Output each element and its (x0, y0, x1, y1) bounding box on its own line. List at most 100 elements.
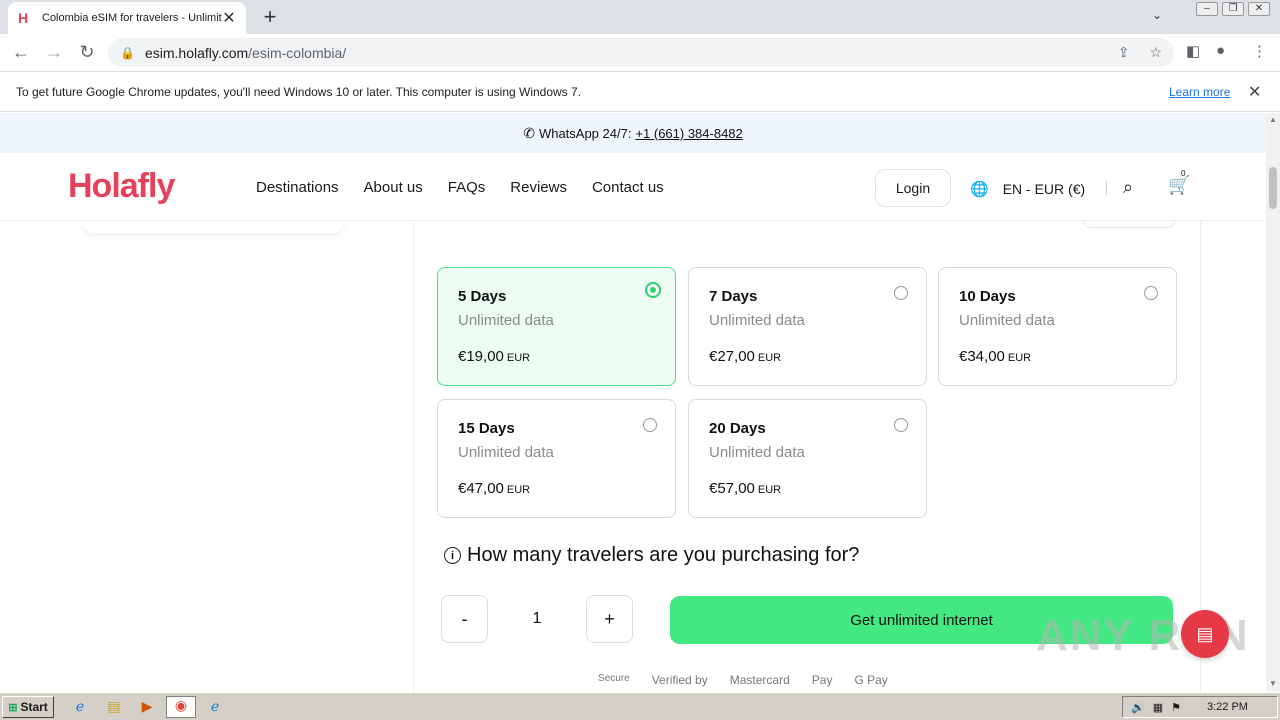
action-center-flag-icon[interactable]: ⚑ (1171, 701, 1181, 714)
menu-kebab-icon[interactable]: ⋮ (1252, 42, 1267, 60)
window-controls: – ❐ ✕ (1196, 2, 1270, 16)
whatsapp-label: WhatsApp 24/7: (538, 125, 632, 141)
cart-count: 0 (1181, 169, 1186, 178)
tab-close-icon[interactable]: ✕ (222, 8, 236, 28)
nav-faqs[interactable]: FAQs (448, 179, 486, 196)
internet-explorer-icon[interactable]: ℯ (70, 698, 90, 715)
plan-days: 20 Days (709, 420, 766, 437)
top-pill (1083, 221, 1175, 228)
plan-radio[interactable] (643, 418, 657, 432)
quantity-minus-button[interactable]: - (441, 595, 488, 643)
plan-price: €57,00 EUR (709, 480, 782, 497)
plan-price: €34,00 EUR (959, 348, 1032, 365)
system-tray: 🔊 ▦ ⚑ 3:22 PM (1122, 696, 1278, 718)
apple-pay-logo: Pay (811, 673, 833, 687)
plan-data: Unlimited data (709, 444, 805, 461)
nav-about-us[interactable]: About us (364, 179, 423, 196)
holafly-logo[interactable]: Holafly (68, 167, 175, 206)
quantity-value[interactable]: 1 (527, 610, 547, 628)
plan-days: 7 Days (709, 288, 758, 305)
forward-arrow-icon[interactable]: → (43, 42, 65, 63)
plan-days: 10 Days (959, 288, 1016, 305)
scroll-up-icon[interactable]: ▲ (1269, 115, 1277, 124)
clock[interactable]: 3:22 PM (1207, 701, 1248, 713)
nav-contact-us[interactable]: Contact us (592, 179, 664, 196)
plan-price: €19,00 EUR (458, 348, 531, 365)
plan-price: €47,00 EUR (458, 480, 531, 497)
plan-card-15-days[interactable]: 15 Days Unlimited data €47,00 EUR (437, 399, 676, 518)
windows-taskbar: ⊞ Start ℯ ▤ ▶ ◉ ℯ 🔊 ▦ ⚑ 3:22 PM (0, 692, 1280, 720)
plan-radio[interactable] (894, 418, 908, 432)
plan-card-5-days[interactable]: 5 Days Unlimited data €19,00 EUR (437, 267, 676, 386)
left-card (82, 221, 344, 233)
volume-icon[interactable]: 🔊 (1131, 701, 1145, 714)
browser-toolbar: ← → ↻ 🔒 esim.holafly.com/esim-colombia/ … (0, 34, 1280, 72)
header-divider (1106, 181, 1107, 195)
chrome-taskbar-icon[interactable]: ◉ (166, 696, 196, 718)
edge-icon[interactable]: ℯ (205, 698, 225, 715)
cart-icon[interactable]: 🛒 0 (1168, 169, 1190, 196)
profile-avatar-icon[interactable]: ● (1216, 42, 1225, 59)
verified-by-visa-logo: Verified by (651, 673, 708, 687)
quantity-plus-button[interactable]: + (586, 595, 633, 643)
language-currency-selector[interactable]: 🌐 EN - EUR (€) (970, 180, 1085, 198)
plan-data: Unlimited data (709, 312, 805, 329)
start-button[interactable]: ⊞ Start (2, 696, 54, 718)
holafly-favicon-icon: H (18, 10, 29, 26)
share-icon[interactable]: ⇪ (1118, 44, 1130, 61)
bookmark-star-icon[interactable]: ☆ (1149, 44, 1162, 61)
scroll-down-icon[interactable]: ▼ (1269, 679, 1277, 688)
lock-icon[interactable]: 🔒 (120, 46, 135, 60)
close-window-button[interactable]: ✕ (1248, 2, 1270, 16)
address-bar[interactable]: 🔒 esim.holafly.com/esim-colombia/ ⇪ ☆ (108, 38, 1174, 67)
update-infobar: To get future Google Chrome updates, you… (0, 72, 1280, 112)
back-arrow-icon[interactable]: ← (10, 42, 32, 63)
side-panel-icon[interactable]: ◧ (1186, 42, 1200, 60)
nav-destinations[interactable]: Destinations (256, 179, 339, 196)
plan-card-20-days[interactable]: 20 Days Unlimited data €57,00 EUR (688, 399, 927, 518)
tab-title: Colombia eSIM for travelers - Unlimit (42, 12, 222, 24)
whatsapp-phone-link[interactable]: +1 (661) 384-8482 (635, 126, 742, 141)
plan-card-7-days[interactable]: 7 Days Unlimited data €27,00 EUR (688, 267, 927, 386)
scrollbar-thumb[interactable] (1269, 167, 1277, 209)
windows-flag-icon: ⊞ (8, 701, 18, 714)
infobar-message: To get future Google Chrome updates, you… (16, 84, 582, 99)
info-icon[interactable]: i (444, 547, 461, 564)
plan-data: Unlimited data (458, 444, 554, 461)
plan-radio-selected[interactable] (645, 282, 661, 298)
plan-card-10-days[interactable]: 10 Days Unlimited data €34,00 EUR (938, 267, 1177, 386)
plan-radio[interactable] (894, 286, 908, 300)
folder-icon[interactable]: ▤ (104, 698, 124, 715)
secure-badge: Secure (598, 673, 630, 684)
network-icon[interactable]: ▦ (1153, 701, 1163, 714)
nav-reviews[interactable]: Reviews (510, 179, 567, 196)
google-pay-logo: G Pay (854, 673, 888, 687)
site-header: Holafly Destinations About us FAQs Revie… (0, 153, 1266, 221)
media-player-icon[interactable]: ▶ (137, 698, 157, 715)
new-tab-button[interactable]: + (258, 4, 282, 30)
start-label: Start (20, 700, 48, 714)
mastercard-logo: Mastercard (729, 673, 790, 687)
url-text: esim.holafly.com/esim-colombia/ (144, 44, 347, 61)
plan-price: €27,00 EUR (709, 348, 782, 365)
plan-days: 15 Days (458, 420, 515, 437)
page-scrollbar[interactable]: ▲ ▼ (1266, 113, 1280, 692)
globe-icon: 🌐 (970, 181, 989, 198)
search-icon[interactable]: ⌕ (1123, 177, 1133, 198)
browser-tab-strip: H Colombia eSIM for travelers - Unlimit … (0, 0, 1280, 34)
minimize-button[interactable]: – (1196, 2, 1218, 16)
whatsapp-icon: ✆ (523, 124, 535, 141)
restore-button[interactable]: ❐ (1222, 2, 1244, 16)
whatsapp-bar: ✆ WhatsApp 24/7: +1 (661) 384-8482 (0, 113, 1266, 153)
travelers-question: i How many travelers are you purchasing … (444, 544, 859, 567)
plan-radio[interactable] (1144, 286, 1158, 300)
login-button[interactable]: Login (875, 169, 951, 207)
plan-data: Unlimited data (458, 312, 554, 329)
tab-search-chevron-icon[interactable]: ⌄ (1152, 8, 1162, 22)
learn-more-link[interactable]: Learn more (1169, 85, 1230, 99)
payment-badges: Secure Verified by Mastercard Pay G Pay (598, 673, 888, 687)
browser-tab[interactable]: H Colombia eSIM for travelers - Unlimit … (8, 2, 246, 34)
reload-icon[interactable]: ↻ (76, 42, 98, 63)
chat-icon[interactable]: ▤ (1181, 610, 1229, 658)
infobar-close-icon[interactable]: ✕ (1248, 82, 1261, 102)
